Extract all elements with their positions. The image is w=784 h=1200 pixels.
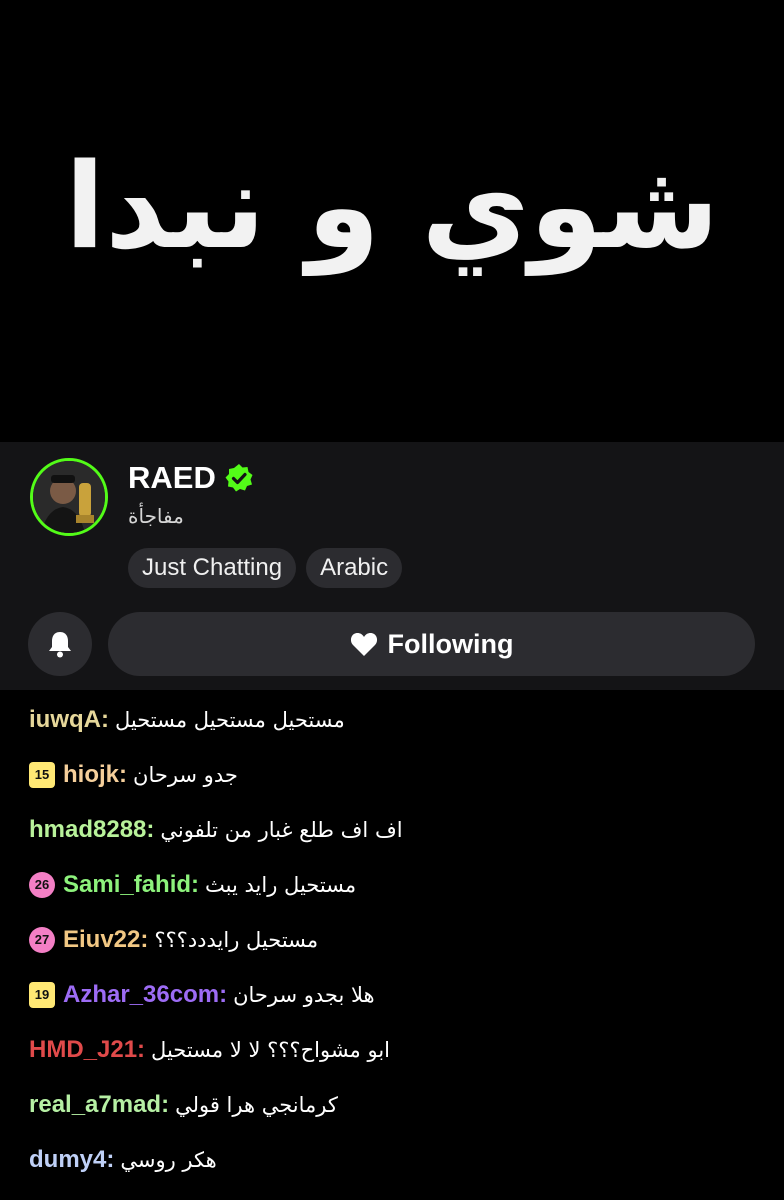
chat-text: ابو مشواح؟؟؟ لا لا مستحيل bbox=[151, 1037, 391, 1062]
verified-badge-icon bbox=[225, 464, 253, 492]
chat-message: 27 Eiuv22: مستحيل رايددد؟؟؟ bbox=[0, 912, 784, 967]
avatar[interactable] bbox=[30, 458, 108, 536]
chat-separator: : bbox=[219, 980, 228, 1008]
stream-title: مفاجأة bbox=[128, 506, 184, 528]
chat-username[interactable]: Azhar_36com bbox=[63, 981, 219, 1009]
channel-info-panel: RAED مفاجأة Just Chatting Arabic Followi… bbox=[0, 442, 784, 690]
chat-text: مستحيل رايددد؟؟؟ bbox=[154, 927, 319, 952]
chat-username[interactable]: Eiuv22 bbox=[63, 926, 140, 954]
chat-message: real_a7mad: كرمانجي هرا قولي bbox=[0, 1077, 784, 1132]
chat-separator: : bbox=[140, 925, 149, 953]
chat-separator: : bbox=[106, 1145, 115, 1173]
chat-separator: : bbox=[119, 760, 128, 788]
chat-username[interactable]: real_a7mad bbox=[29, 1091, 161, 1119]
subscriber-badge-icon: 26 bbox=[29, 871, 55, 898]
chat-separator: : bbox=[137, 1035, 146, 1063]
heart-icon bbox=[350, 633, 377, 656]
chat-username[interactable]: dumy4 bbox=[29, 1146, 106, 1174]
chat-separator: : bbox=[146, 815, 155, 843]
chat-separator: : bbox=[101, 705, 109, 733]
bell-icon bbox=[49, 632, 71, 658]
chat-text: هكر روسي bbox=[120, 1147, 217, 1172]
chat-text: اف اف طلع غبار من تلفوني bbox=[160, 817, 403, 842]
chat-username[interactable]: iuwqA bbox=[29, 706, 101, 734]
chat-text: مستحيل مستحيل مستحيل bbox=[115, 707, 345, 732]
subscriber-badge-icon: 15 bbox=[29, 761, 55, 788]
chat-message: hmad8288: اف اف طلع غبار من تلفوني bbox=[0, 802, 784, 857]
chat-messages: iuwqA: مستحيل مستحيل مستحيل 15 hiojk: جدو سر… bbox=[0, 692, 784, 1187]
category-tags: Just Chatting Arabic bbox=[128, 548, 403, 588]
following-button[interactable]: Following bbox=[108, 612, 755, 676]
chat-message: 19 Azhar_36com: هلا بجدو سرحان bbox=[0, 967, 784, 1022]
notification-button[interactable] bbox=[28, 612, 92, 676]
chat-text: هلا بجدو سرحان bbox=[233, 982, 375, 1007]
chat-username[interactable]: Sami_fahid bbox=[63, 871, 191, 899]
chat-text: كرمانجي هرا قولي bbox=[175, 1092, 338, 1117]
chat-separator: : bbox=[161, 1090, 170, 1118]
chat-message: 15 hiojk: جدو سرحان bbox=[0, 747, 784, 802]
chat-message: dumy4: هكر روسي bbox=[0, 1132, 784, 1187]
chat-text: جدو سرحان bbox=[133, 762, 238, 787]
chat-username[interactable]: HMD_J21 bbox=[29, 1036, 137, 1064]
following-label: Following bbox=[387, 628, 514, 659]
video-player[interactable]: شوي و نبدا bbox=[0, 0, 784, 442]
channel-name-label: RAED bbox=[128, 460, 216, 495]
chat-text: مستحيل رايد يبث bbox=[205, 872, 357, 897]
chat-username[interactable]: hiojk bbox=[63, 761, 119, 789]
chat-message: iuwqA: مستحيل مستحيل مستحيل bbox=[0, 692, 784, 747]
tag-just-chatting[interactable]: Just Chatting bbox=[128, 548, 297, 588]
tag-arabic[interactable]: Arabic bbox=[306, 548, 403, 588]
chat-username[interactable]: hmad8288 bbox=[29, 816, 146, 844]
subscriber-badge-icon: 27 bbox=[29, 926, 55, 953]
subscriber-badge-icon: 19 bbox=[29, 981, 55, 1008]
chat-message: HMD_J21: ابو مشواح؟؟؟ لا لا مستحيل bbox=[0, 1022, 784, 1077]
chat-message: 26 Sami_fahid: مستحيل رايد يبث bbox=[0, 857, 784, 912]
avatar-image bbox=[33, 461, 105, 533]
chat-separator: : bbox=[191, 870, 200, 898]
stream-overlay-text: شوي و نبدا bbox=[64, 137, 720, 275]
channel-name[interactable]: RAED bbox=[128, 460, 254, 496]
